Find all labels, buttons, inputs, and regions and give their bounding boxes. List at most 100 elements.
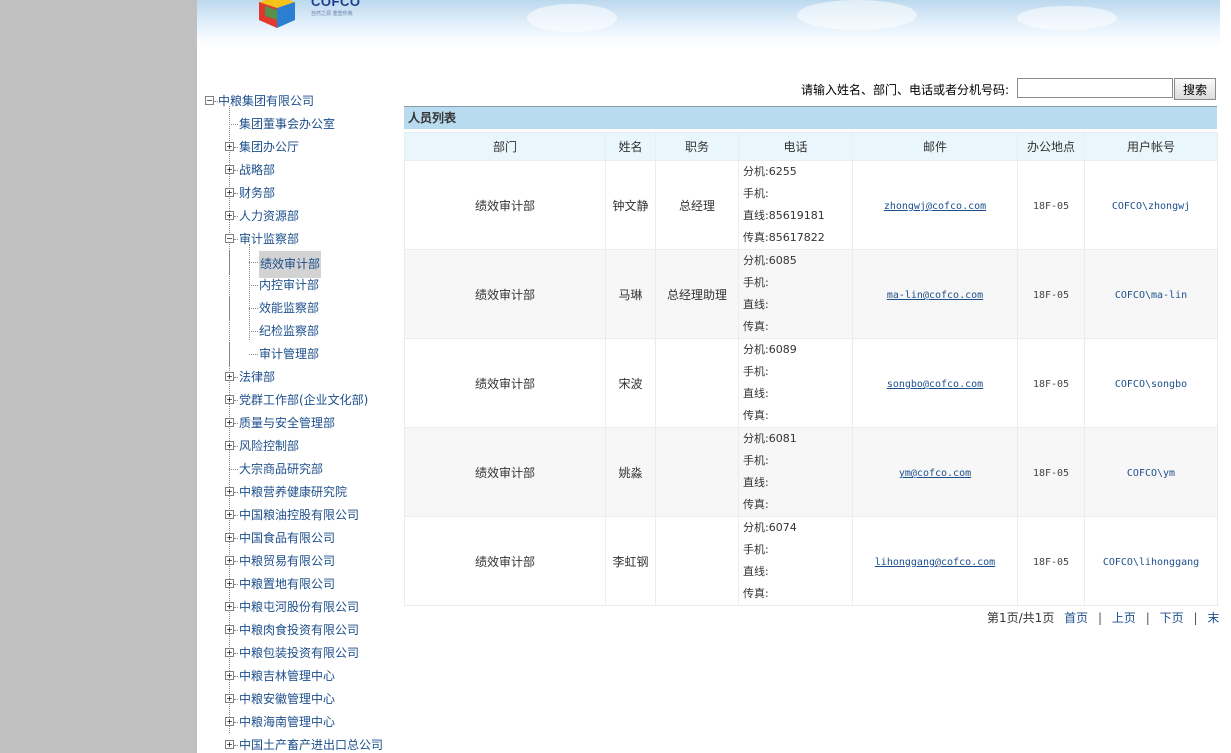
- tree-item[interactable]: + 中粮贸易有限公司: [197, 550, 402, 573]
- tree-item[interactable]: + 集团办公厅: [197, 136, 402, 159]
- tree-item-label[interactable]: 中粮贸易有限公司: [239, 550, 335, 573]
- tree-item-label[interactable]: 中粮营养健康研究院: [239, 481, 347, 504]
- tree-item-label[interactable]: 效能监察部: [259, 297, 319, 320]
- tree-item-label[interactable]: 中粮肉食投资有限公司: [239, 619, 359, 642]
- tree-item[interactable]: − 审计监察部: [197, 228, 402, 251]
- tree-item[interactable]: + 中粮营养健康研究院: [197, 481, 402, 504]
- expand-icon[interactable]: +: [225, 372, 234, 381]
- tree-item-label[interactable]: 战略部: [239, 159, 275, 182]
- expand-icon[interactable]: +: [225, 418, 234, 427]
- tree-item-label[interactable]: 中国食品有限公司: [239, 527, 335, 550]
- tree-item[interactable]: + 中粮肉食投资有限公司: [197, 619, 402, 642]
- tree-item-label[interactable]: 中粮置地有限公司: [239, 573, 335, 596]
- cell-name: 宋波: [605, 338, 656, 428]
- column-header-location: 办公地点: [1017, 132, 1085, 161]
- phone-fax: 传真:: [743, 320, 769, 333]
- expand-icon[interactable]: +: [225, 211, 234, 220]
- expand-icon[interactable]: +: [225, 533, 234, 542]
- tree-item[interactable]: + 法律部: [197, 366, 402, 389]
- pager-separator: |: [1145, 611, 1150, 625]
- tree-item[interactable]: 大宗商品研究部: [197, 458, 402, 481]
- tree-root[interactable]: − 中粮集团有限公司: [205, 90, 314, 113]
- tree-item[interactable]: + 中粮包装投资有限公司: [197, 642, 402, 665]
- table-header-row: 部门 姓名 职务 电话 邮件 办公地点 用户帐号: [404, 132, 1218, 161]
- tree-item-label[interactable]: 中粮安徽管理中心: [239, 688, 335, 711]
- expand-icon[interactable]: +: [225, 602, 234, 611]
- tree-item[interactable]: + 中粮海南管理中心: [197, 711, 402, 734]
- tree-item-label[interactable]: 中粮包装投资有限公司: [239, 642, 359, 665]
- email-link[interactable]: zhongwj@cofco.com: [884, 201, 986, 212]
- expand-icon[interactable]: +: [225, 188, 234, 197]
- tree-item-label[interactable]: 内控审计部: [259, 274, 319, 297]
- tree-item[interactable]: 效能监察部: [197, 297, 402, 320]
- search-input[interactable]: [1017, 78, 1173, 98]
- email-link[interactable]: lihonggang@cofco.com: [875, 557, 995, 568]
- tree-item-label[interactable]: 中粮吉林管理中心: [239, 665, 335, 688]
- collapse-icon[interactable]: −: [225, 234, 234, 243]
- expand-icon[interactable]: +: [225, 510, 234, 519]
- expand-icon[interactable]: +: [225, 487, 234, 496]
- first-page-link[interactable]: 首页: [1064, 611, 1088, 625]
- expand-icon[interactable]: +: [225, 671, 234, 680]
- tree-item[interactable]: 审计管理部: [197, 343, 402, 366]
- collapse-icon[interactable]: −: [205, 96, 214, 105]
- expand-icon[interactable]: +: [225, 165, 234, 174]
- tree-item-label[interactable]: 法律部: [239, 366, 275, 389]
- cell-name: 李虹钢: [605, 516, 656, 606]
- tree-item[interactable]: + 中国粮油控股有限公司: [197, 504, 402, 527]
- tree-root-label[interactable]: 中粮集团有限公司: [218, 94, 314, 108]
- tree-item[interactable]: 纪检监察部: [197, 320, 402, 343]
- tree-item[interactable]: + 战略部: [197, 159, 402, 182]
- tree-item-label[interactable]: 质量与安全管理部: [239, 412, 335, 435]
- tree-item-label[interactable]: 风险控制部: [239, 435, 299, 458]
- tree-item-label[interactable]: 中国粮油控股有限公司: [239, 504, 359, 527]
- tree-item-label[interactable]: 大宗商品研究部: [239, 458, 323, 481]
- search-button[interactable]: 搜索: [1174, 78, 1216, 100]
- tree-item-label[interactable]: 中国土产畜产进出口总公司: [239, 734, 383, 753]
- tree-item-label[interactable]: 纪检监察部: [259, 320, 319, 343]
- phone-direct: 直线:: [743, 298, 769, 311]
- last-page-link[interactable]: 末页: [1207, 611, 1220, 625]
- expand-icon[interactable]: +: [225, 740, 234, 749]
- tree-item-label[interactable]: 集团办公厅: [239, 136, 299, 159]
- tree-item[interactable]: 集团董事会办公室: [197, 113, 402, 136]
- expand-icon[interactable]: +: [225, 395, 234, 404]
- tree-item[interactable]: + 中粮置地有限公司: [197, 573, 402, 596]
- tree-item[interactable]: + 中国食品有限公司: [197, 527, 402, 550]
- tree-item-label[interactable]: 集团董事会办公室: [239, 113, 335, 136]
- tree-item-label[interactable]: 财务部: [239, 182, 275, 205]
- tree-item-label[interactable]: 中粮海南管理中心: [239, 711, 335, 734]
- email-link[interactable]: ym@cofco.com: [899, 468, 971, 479]
- table-row: 绩效审计部 宋波 分机:6089 手机: 直线: 传真: songbo@cofco.com 1…: [404, 338, 1218, 428]
- tree-item-label[interactable]: 审计管理部: [259, 343, 319, 366]
- tree-item[interactable]: + 中粮屯河股份有限公司: [197, 596, 402, 619]
- tree-item[interactable]: 绩效审计部: [197, 251, 402, 278]
- tree-item[interactable]: + 中粮吉林管理中心: [197, 665, 402, 688]
- tree-item-label[interactable]: 人力资源部: [239, 205, 299, 228]
- tree-item[interactable]: + 质量与安全管理部: [197, 412, 402, 435]
- tree-item-label[interactable]: 审计监察部: [239, 228, 299, 251]
- tree-item[interactable]: + 财务部: [197, 182, 402, 205]
- next-page-link[interactable]: 下页: [1160, 611, 1184, 625]
- expand-icon[interactable]: +: [225, 142, 234, 151]
- tree-item-label[interactable]: 中粮屯河股份有限公司: [239, 596, 359, 619]
- email-link[interactable]: songbo@cofco.com: [887, 379, 983, 390]
- email-link[interactable]: ma-lin@cofco.com: [887, 290, 983, 301]
- tree-item[interactable]: + 党群工作部(企业文化部): [197, 389, 402, 412]
- prev-page-link[interactable]: 上页: [1112, 611, 1136, 625]
- tree-item[interactable]: + 人力资源部: [197, 205, 402, 228]
- expand-icon[interactable]: +: [225, 717, 234, 726]
- expand-icon[interactable]: +: [225, 441, 234, 450]
- expand-icon[interactable]: +: [225, 625, 234, 634]
- tree-item[interactable]: + 中粮安徽管理中心: [197, 688, 402, 711]
- expand-icon[interactable]: +: [225, 648, 234, 657]
- table-row: 绩效审计部 钟文静 总经理 分机:6255 手机: 直线:85619181 传真:85617…: [404, 160, 1218, 250]
- expand-icon[interactable]: +: [225, 556, 234, 565]
- tree-item[interactable]: + 风险控制部: [197, 435, 402, 458]
- expand-icon[interactable]: +: [225, 694, 234, 703]
- phone-direct: 直线:: [743, 387, 769, 400]
- tree-item-label[interactable]: 党群工作部(企业文化部): [239, 389, 368, 412]
- tree-item[interactable]: + 中国土产畜产进出口总公司: [197, 734, 402, 753]
- tree-item[interactable]: 内控审计部: [197, 274, 402, 297]
- expand-icon[interactable]: +: [225, 579, 234, 588]
